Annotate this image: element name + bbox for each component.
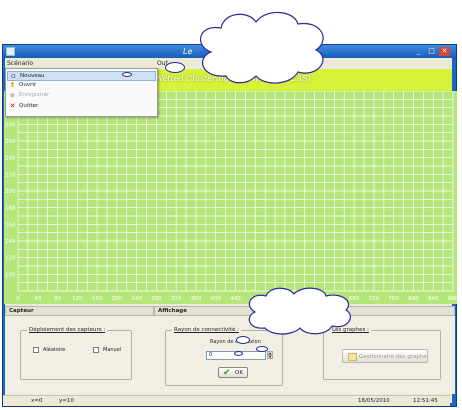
y-tick-label: 140: [5, 239, 16, 245]
thought-bubble-small: [165, 62, 185, 73]
x-tick-label: 120: [72, 296, 83, 302]
connectivity-title: Rayon de connectivité :: [172, 327, 241, 333]
thought-cloud-bottom: [248, 287, 351, 335]
new-document-icon: ▫: [11, 72, 16, 80]
connectivity-group: Rayon de connectivité : Rayon de connexi…: [165, 327, 283, 386]
graphs-group: Les graphes : Gestionnaire des graphe: [323, 327, 441, 380]
x-tick-label: 360: [191, 296, 202, 302]
graph-manager-button[interactable]: Gestionnaire des graphe: [342, 349, 428, 363]
section-capteur: Capteur: [5, 306, 154, 316]
x-tick-label: 400: [210, 296, 221, 302]
x-tick-label: 240: [131, 296, 142, 302]
bottom-panel: Déploiement des capteurs : Aléatoire Man…: [5, 316, 455, 394]
scenario-dropdown-menu: ▫ Nouveau ⬆ Ouvrir ▪ Enregistrer ✕ Quitt…: [5, 68, 158, 117]
close-button[interactable]: ✕: [439, 47, 450, 56]
x-tick-label: 760: [388, 296, 399, 302]
menu-item-label: Nouveau: [20, 73, 45, 79]
x-tick-label: 880: [448, 296, 457, 302]
x-tick-label: 160: [92, 296, 103, 302]
close-x-icon: ✕: [9, 102, 16, 110]
save-icon: ▪: [10, 91, 15, 99]
x-tick-label: 80: [54, 296, 61, 302]
y-tick-label: 180: [5, 206, 16, 212]
menu-item-quitter[interactable]: ✕ Quitter: [7, 102, 156, 112]
minimize-button[interactable]: _: [413, 47, 424, 56]
x-tick-label: 800: [408, 296, 419, 302]
thought-bubble-bottom-tiny: [234, 351, 243, 356]
check-icon: ✔: [223, 368, 231, 378]
thought-bubble-bottom-mid: [256, 346, 268, 352]
spin-down-button[interactable]: ▼: [267, 355, 273, 359]
graph-manager-label: Gestionnaire des graphe: [359, 354, 427, 360]
x-tick-label: 280: [151, 296, 162, 302]
y-tick-label: 220: [5, 172, 16, 178]
menu-scenario[interactable]: Scénario: [7, 60, 33, 67]
ok-label: OK: [235, 370, 243, 376]
x-tick-label: 840: [428, 296, 439, 302]
thought-cloud-top: [200, 11, 324, 84]
plot-canvas[interactable]: 0408012016020024028032036040044048052056…: [4, 90, 459, 304]
menu-item-enregistrer[interactable]: ▪ Enregistrer: [7, 91, 156, 101]
x-tick-label: 720: [369, 296, 380, 302]
x-tick-label: 320: [171, 296, 182, 302]
manual-label: Manuel: [103, 347, 122, 353]
menu-item-label: Enregistrer: [19, 92, 50, 98]
y-tick-label: 200: [5, 189, 16, 195]
status-date: 18/05/2010: [358, 398, 390, 404]
maximize-button[interactable]: □: [426, 47, 437, 56]
status-y: y=10: [59, 398, 74, 404]
y-tick-label: 260: [5, 139, 16, 145]
menu-item-nouveau[interactable]: ▫ Nouveau: [7, 71, 156, 81]
x-tick-label: 40: [34, 296, 41, 302]
deployment-title: Déploiement des capteurs :: [27, 327, 108, 333]
thought-bubble-tiny: [122, 72, 132, 77]
x-tick-label: 0: [16, 296, 20, 302]
status-x: x=0: [31, 398, 43, 404]
thought-bubble-bottom-small: [236, 336, 250, 344]
random-checkbox[interactable]: [33, 347, 39, 353]
sensor-plot-area[interactable]: 0408012016020024028032036040044048052056…: [4, 90, 459, 304]
app-icon: [6, 47, 15, 56]
menu-item-label: Ouvrir: [19, 82, 37, 88]
ok-button[interactable]: ✔ OK: [218, 367, 248, 378]
menu-item-ouvrir[interactable]: ⬆ Ouvrir: [7, 81, 156, 91]
status-time: 12:51:45: [413, 398, 438, 404]
y-tick-label: 280: [5, 122, 16, 128]
y-tick-label: 240: [5, 156, 16, 162]
y-tick-label: 100: [5, 272, 16, 278]
x-tick-label: 200: [112, 296, 123, 302]
graph-icon: [348, 353, 357, 361]
y-tick-label: 120: [5, 256, 16, 262]
menu-item-label: Quitter: [19, 103, 39, 109]
status-bar: x=0 y=10 18/05/2010 12:51:45: [3, 395, 450, 406]
random-label: Aléatoire: [43, 347, 66, 353]
manual-checkbox[interactable]: [93, 347, 99, 353]
y-tick-label: 160: [5, 222, 16, 228]
deployment-group: Déploiement des capteurs : Aléatoire Man…: [20, 327, 132, 380]
open-folder-icon: ⬆: [9, 81, 16, 89]
